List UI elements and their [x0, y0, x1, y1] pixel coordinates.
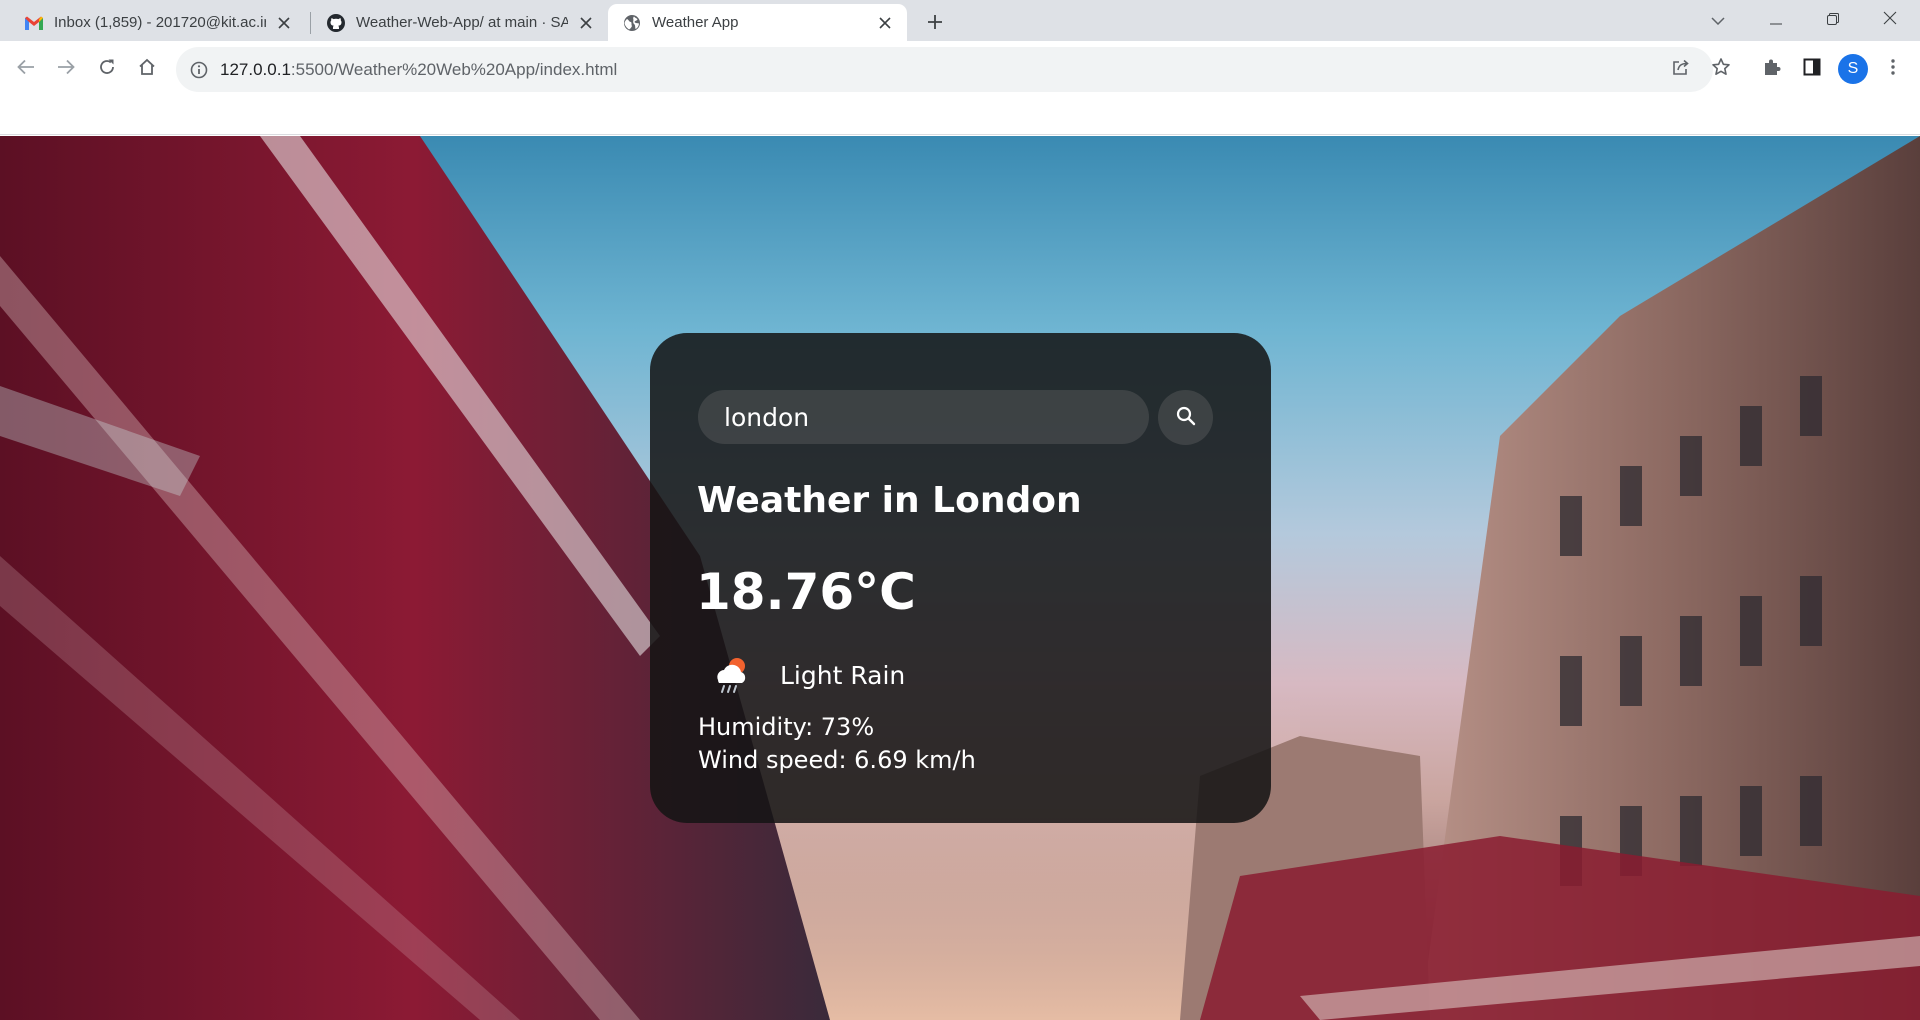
tab-strip: Inbox (1,859) - 201720@kit.ac.in Weather… — [0, 0, 1920, 41]
home-icon — [138, 58, 156, 80]
tab-github[interactable]: Weather-Web-App/ at main · SA — [312, 4, 608, 41]
minimize-button[interactable] — [1758, 4, 1794, 34]
browser-toolbar: 127.0.0.1:5500/Weather%20Web%20App/index… — [0, 41, 1920, 98]
menu-button[interactable] — [1875, 51, 1911, 87]
tab-separator — [310, 12, 311, 34]
wind-speed-text: Wind speed: 6.69 km/h — [698, 746, 976, 774]
url-text: 127.0.0.1:5500/Weather%20Web%20App/index… — [220, 60, 617, 80]
weather-condition: Light Rain — [708, 652, 905, 698]
search-icon — [1176, 406, 1196, 430]
reload-icon — [98, 58, 116, 80]
tab-weather-app[interactable]: Weather App — [608, 4, 907, 41]
address-bar[interactable]: 127.0.0.1:5500/Weather%20Web%20App/index… — [176, 47, 1730, 92]
star-icon[interactable] — [1707, 53, 1735, 81]
humidity-text: Humidity: 73% — [698, 713, 875, 741]
new-tab-button[interactable] — [921, 8, 949, 36]
gmail-icon — [24, 13, 44, 33]
weather-card: Weather in London 18.76°C Light Rain Hum… — [650, 333, 1271, 823]
close-icon — [1883, 10, 1897, 29]
profile-avatar[interactable]: S — [1838, 54, 1868, 84]
weather-description: Light Rain — [780, 660, 906, 690]
url-host: 127.0.0.1 — [220, 59, 291, 79]
side-panel-button[interactable] — [1794, 51, 1830, 87]
url-path: :5500/Weather%20Web%20App/index.html — [290, 59, 618, 79]
restore-icon — [1827, 10, 1839, 29]
close-icon[interactable] — [576, 13, 596, 33]
share-icon[interactable] — [1667, 53, 1695, 81]
chevron-down-icon — [1711, 10, 1725, 29]
city-heading: Weather in London — [697, 480, 1082, 521]
forward-button[interactable] — [48, 51, 84, 87]
github-icon — [326, 13, 346, 33]
search-input[interactable] — [698, 390, 1149, 444]
bookmarks-bar — [0, 98, 1920, 135]
restore-button[interactable] — [1815, 4, 1851, 34]
close-icon[interactable] — [274, 13, 294, 33]
search-button[interactable] — [1158, 390, 1213, 445]
arrow-right-icon — [57, 59, 75, 79]
globe-icon — [622, 13, 642, 33]
more-vertical-icon — [1891, 59, 1895, 79]
minimize-icon — [1770, 10, 1782, 29]
page-viewport: Weather in London 18.76°C Light Rain Hum… — [0, 136, 1920, 1020]
back-button[interactable] — [8, 51, 44, 87]
tab-title: Weather App — [652, 14, 739, 31]
home-button[interactable] — [129, 51, 165, 87]
tab-title: Weather-Web-App/ at main · SA — [356, 14, 568, 31]
extensions-button[interactable] — [1754, 51, 1790, 87]
window-close-button[interactable] — [1872, 4, 1908, 34]
puzzle-icon — [1762, 57, 1782, 81]
side-panel-icon — [1803, 58, 1821, 80]
tab-search-button[interactable] — [1700, 4, 1736, 34]
temperature: 18.76°C — [696, 563, 916, 621]
arrow-left-icon — [17, 59, 35, 79]
info-icon[interactable] — [190, 61, 208, 79]
reload-button[interactable] — [89, 51, 125, 87]
cloud-rain-sun-icon — [708, 652, 754, 698]
tab-gmail[interactable]: Inbox (1,859) - 201720@kit.ac.in — [10, 4, 306, 41]
close-icon[interactable] — [875, 13, 895, 33]
tab-title: Inbox (1,859) - 201720@kit.ac.in — [54, 14, 266, 31]
